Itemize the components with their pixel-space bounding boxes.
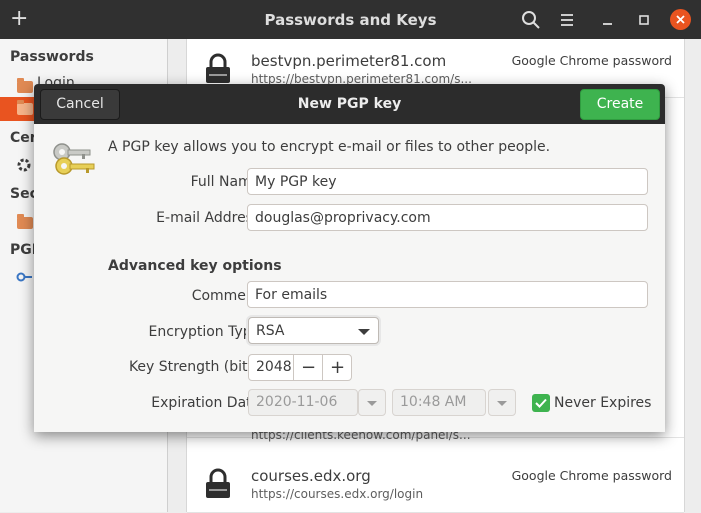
close-button[interactable] xyxy=(670,9,691,30)
full-name-field[interactable]: My PGP key xyxy=(247,168,648,195)
gear-icon xyxy=(17,158,31,172)
chevron-down-icon xyxy=(367,401,377,406)
dialog-title: New PGP key xyxy=(297,96,402,112)
chevron-down-icon xyxy=(358,329,370,335)
minimize-icon[interactable] xyxy=(598,10,618,30)
checkmark-icon xyxy=(535,398,547,408)
decrement-button[interactable]: − xyxy=(293,355,323,380)
list-item[interactable]: courses.edx.org https://courses.edx.org/… xyxy=(187,454,684,513)
maximize-icon[interactable] xyxy=(634,10,654,30)
expiration-time-field[interactable]: 10:48 AM xyxy=(392,389,486,416)
sidebar-header-passwords: Passwords xyxy=(10,49,94,65)
close-icon xyxy=(676,15,685,24)
email-field[interactable]: douglas@proprivacy.com xyxy=(247,204,648,231)
dialog-header: Cancel New PGP key Create xyxy=(34,84,665,124)
menu-icon[interactable] xyxy=(557,10,577,30)
create-button[interactable]: Create xyxy=(580,89,660,120)
expiration-date-field[interactable]: 2020-11-06 xyxy=(248,389,358,416)
never-expires-checkbox[interactable] xyxy=(532,394,550,412)
folder-icon xyxy=(17,78,33,93)
encryption-type-value: RSA xyxy=(256,323,285,339)
keys-icon xyxy=(53,143,95,175)
window-title: Passwords and Keys xyxy=(264,11,437,29)
key-strength-stepper[interactable]: 2048 − + xyxy=(248,354,352,381)
dialog-description: A PGP key allows you to encrypt e-mail o… xyxy=(108,139,551,155)
advanced-options-heading: Advanced key options xyxy=(108,258,282,274)
lock-icon xyxy=(206,53,230,83)
entry-kind: Google Chrome password xyxy=(511,468,672,483)
entry-url: https://courses.edx.org/login xyxy=(251,487,424,501)
encryption-type-select[interactable]: RSA xyxy=(248,317,379,344)
key-strength-value[interactable]: 2048 xyxy=(256,355,292,380)
entry-kind: Google Chrome password xyxy=(511,53,672,68)
entry-host: courses.edx.org xyxy=(251,467,371,485)
never-expires-label[interactable]: Never Expires xyxy=(554,395,651,411)
sidebar-header-certificates: Cer xyxy=(10,130,37,146)
chevron-down-icon xyxy=(497,401,507,406)
folder-icon xyxy=(17,100,33,115)
search-icon[interactable] xyxy=(521,10,541,30)
entry-host: bestvpn.perimeter81.com xyxy=(251,52,447,70)
date-dropdown-button[interactable] xyxy=(358,389,386,416)
folder-icon xyxy=(17,214,33,229)
lock-icon xyxy=(206,468,230,498)
time-dropdown-button[interactable] xyxy=(488,389,516,416)
key-strength-label: Key Strength (bits): xyxy=(128,359,265,375)
comment-field[interactable]: For emails xyxy=(247,281,648,308)
title-bar: + Passwords and Keys xyxy=(0,0,701,39)
key-icon xyxy=(16,272,32,282)
new-pgp-key-dialog: Cancel New PGP key Create A PGP key allo… xyxy=(34,84,665,432)
increment-button[interactable]: + xyxy=(322,355,352,380)
